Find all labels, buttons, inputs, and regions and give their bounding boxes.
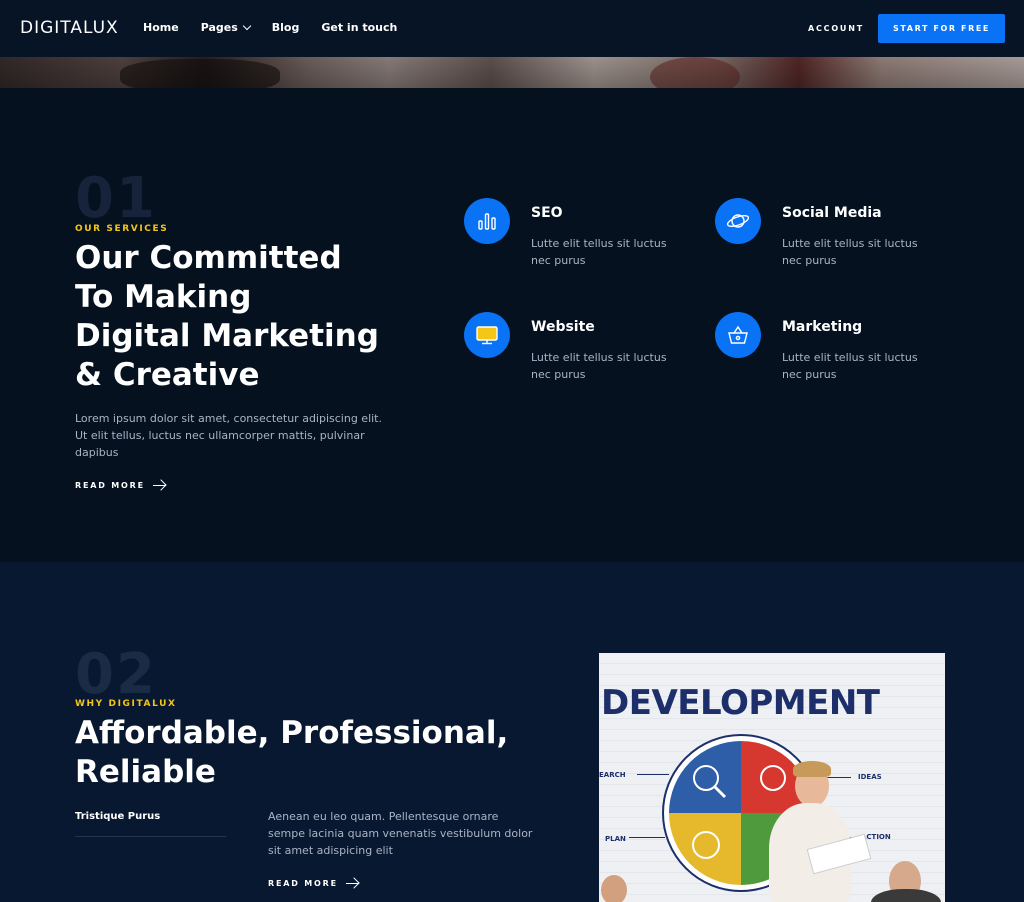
read-more-label: READ MORE (75, 481, 145, 490)
nav-get-in-touch-label: Get in touch (321, 21, 398, 34)
service-description: Lutte elit tellus sit luctus nec purus (531, 351, 667, 381)
title-line: Reliable (75, 754, 216, 790)
divider (75, 836, 226, 837)
bar-chart-icon (464, 198, 510, 244)
service-description: Lutte elit tellus sit luctus nec purus (531, 237, 667, 267)
photo-label: PLAN (605, 835, 626, 843)
service-description: Lutte elit tellus sit luctus nec purus (782, 351, 918, 381)
services-section: 01 OUR SERVICES Our Committed To Making … (0, 88, 1024, 562)
account-link[interactable]: ACCOUNT (808, 24, 864, 33)
title-line: Digital Marketing (75, 318, 379, 354)
photo-label: IDEAS (858, 773, 882, 781)
service-title: Marketing (782, 319, 863, 335)
nav-blog-label: Blog (271, 21, 300, 34)
planet-icon (715, 198, 761, 244)
section-title: Affordable, Professional, Reliable (75, 714, 545, 792)
nav-pages-label: Pages (200, 21, 238, 34)
section-number: 01 (75, 166, 157, 231)
service-card-seo[interactable]: SEO Lutte elit tellus sit luctus nec pur… (464, 198, 694, 278)
service-title: SEO (531, 205, 563, 221)
service-title: Website (531, 319, 595, 335)
development-photo: DEVELOPMENT EARCH IDEAS PLAN ACTION (599, 653, 945, 902)
monitor-icon (464, 312, 510, 358)
nav-home-label: Home (143, 21, 179, 34)
site-header: DIGITALUX Home Pages Blog Get in touch A… (0, 0, 1024, 57)
start-for-free-button[interactable]: START FOR FREE (878, 14, 1005, 43)
basket-icon (715, 312, 761, 358)
service-description: Lutte elit tellus sit luctus nec purus (782, 237, 918, 267)
section-eyebrow: OUR SERVICES (75, 224, 169, 234)
photo-headline: DEVELOPMENT (601, 683, 880, 723)
read-more-link[interactable]: READ MORE (75, 481, 165, 490)
chevron-down-icon (242, 21, 252, 30)
section-title: Our Committed To Making Digital Marketin… (75, 239, 415, 395)
logo[interactable]: DIGITALUX (20, 18, 119, 38)
arrow-right-icon (345, 882, 358, 885)
read-more-link[interactable]: READ MORE (268, 879, 358, 888)
service-card-marketing[interactable]: Marketing Lutte elit tellus sit luctus n… (715, 312, 945, 392)
service-title: Social Media (782, 205, 882, 221)
service-card-social-media[interactable]: Social Media Lutte elit tellus sit luctu… (715, 198, 945, 278)
nav-home[interactable]: Home (143, 21, 179, 34)
hero-image (0, 57, 1024, 88)
why-section: 02 WHY DIGITALUX Affordable, Professiona… (0, 562, 1024, 902)
title-line: To Making (75, 279, 252, 315)
photo-label: EARCH (599, 771, 626, 779)
title-line: Our Committed (75, 240, 342, 276)
read-more-label: READ MORE (268, 879, 338, 888)
section-description: Aenean eu leo quam. Pellentesque ornare … (268, 810, 533, 857)
service-card-website[interactable]: Website Lutte elit tellus sit luctus nec… (464, 312, 694, 392)
section-eyebrow: WHY DIGITALUX (75, 699, 177, 709)
nav-pages[interactable]: Pages (200, 21, 252, 34)
title-line: Affordable, Professional, (75, 715, 509, 751)
nav-blog[interactable]: Blog (272, 21, 300, 34)
section-description: Lorem ipsum dolor sit amet, consectetur … (75, 412, 382, 459)
title-line: & Creative (75, 357, 260, 393)
nav-get-in-touch[interactable]: Get in touch (321, 21, 397, 34)
main-nav: Home Pages Blog Get in touch (143, 21, 397, 34)
arrow-right-icon (152, 484, 165, 487)
subtitle: Tristique Purus (75, 811, 161, 822)
section-number: 02 (75, 642, 157, 707)
